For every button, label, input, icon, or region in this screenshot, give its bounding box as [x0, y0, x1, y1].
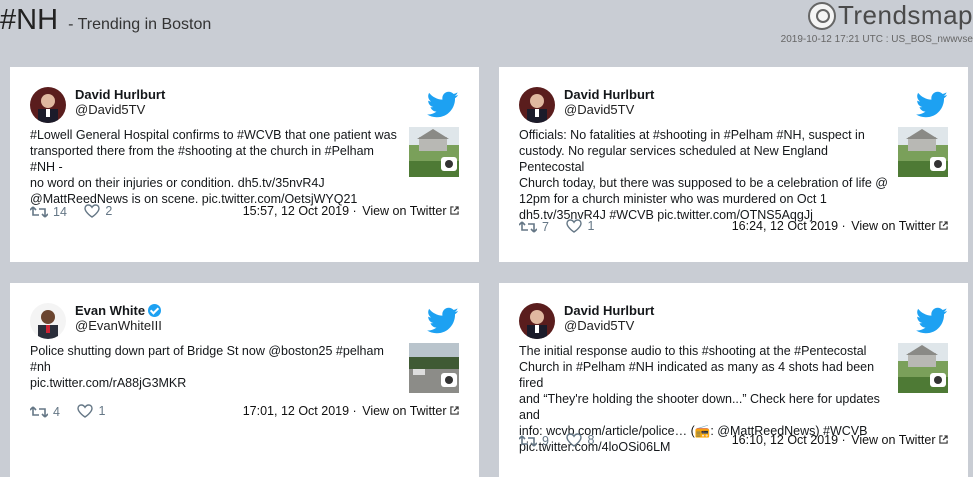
heart-icon [77, 404, 94, 418]
tweet-line: #Lowell General Hospital confirms to #WC… [30, 128, 397, 142]
tweet-time[interactable]: 15:57, 12 Oct 2019 [243, 204, 349, 218]
verified-badge-icon [148, 304, 162, 317]
separator: · [841, 219, 846, 233]
view-on-twitter-link[interactable]: View on Twitter [851, 433, 935, 447]
tweet-line: and “They're holding the shooter down...… [519, 392, 880, 422]
twitter-bird-icon[interactable] [916, 91, 948, 119]
tweet-text: #Lowell General Hospital confirms to #WC… [30, 127, 400, 207]
tweet-footer: 7 1 16:24, 12 Oct 2019 · View on Twitter [519, 219, 948, 235]
tweet-time[interactable]: 16:10, 12 Oct 2019 [732, 433, 838, 447]
external-link-icon [939, 221, 948, 230]
separator: · [352, 204, 357, 218]
like-count[interactable]: 1 [566, 219, 594, 233]
retweet-count[interactable]: 14 [30, 205, 67, 219]
tweet-line: Church today, but there was supposed to … [519, 176, 888, 190]
twitter-bird-icon[interactable] [916, 307, 948, 335]
user-handle[interactable]: @David5TV [564, 318, 634, 333]
retweet-icon [519, 435, 537, 447]
avatar[interactable] [30, 87, 66, 123]
tweet-meta: 17:01, 12 Oct 2019 · View on Twitter [243, 404, 459, 418]
tweet-footer: 4 1 17:01, 12 Oct 2019 · View on Twitter [30, 404, 459, 420]
external-link-icon [450, 206, 459, 215]
separator: · [352, 404, 357, 418]
tweet-line: The initial response audio to this #shoo… [519, 344, 867, 358]
avatar[interactable] [30, 303, 66, 339]
tweet-footer: 14 2 15:57, 12 Oct 2019 · View on Twitte… [30, 204, 459, 220]
trendsmap-logo-icon [807, 1, 836, 30]
hashtag[interactable]: #NH [0, 4, 58, 36]
twitter-bird-icon[interactable] [427, 91, 459, 119]
separator: · [841, 433, 846, 447]
avatar[interactable] [519, 87, 555, 123]
hashtag-title: #NH - Trending in Boston [0, 4, 211, 37]
heart-icon [566, 433, 583, 447]
user-name[interactable]: David Hurlburt [564, 87, 654, 102]
tweet-card: Evan White @EvanWhiteIII Police shutting… [10, 283, 479, 477]
brand-name: Trendsmap [837, 0, 973, 30]
tweet-line: transported there from the #shooting at … [30, 144, 374, 174]
tweet-text: Officials: No fatalities at #shooting in… [519, 127, 889, 223]
trending-subtitle: - Trending in Boston [68, 16, 212, 33]
tweet-line: custody. No regular services scheduled a… [519, 144, 828, 174]
tweet-photo-thumbnail[interactable] [898, 343, 948, 393]
view-on-twitter-link[interactable]: View on Twitter [362, 404, 446, 418]
like-count[interactable]: 2 [84, 204, 112, 218]
tweet-line: pic.twitter.com/rA88jG3MKR [30, 376, 187, 390]
trendsmap-logo[interactable]: Trendsmap [807, 0, 973, 31]
retweet-icon [519, 221, 537, 233]
tweet-footer: 9 8 16:10, 12 Oct 2019 · View on Twitter [519, 433, 948, 449]
avatar[interactable] [519, 303, 555, 339]
user-name[interactable]: David Hurlburt [75, 87, 165, 102]
tweet-card: David Hurlburt @David5TV #Lowell General… [10, 67, 479, 262]
tweet-photo-thumbnail[interactable] [409, 127, 459, 177]
tweet-line: no word on their injuries or condition. … [30, 176, 325, 190]
user-handle[interactable]: @David5TV [75, 102, 145, 117]
tweet-time[interactable]: 17:01, 12 Oct 2019 [243, 404, 349, 418]
tweet-card: David Hurlburt @David5TV Officials: No f… [499, 67, 968, 262]
tweet-card: David Hurlburt @David5TV The initial res… [499, 283, 968, 477]
tweet-photo-thumbnail[interactable] [409, 343, 459, 393]
tweet-meta: 16:24, 12 Oct 2019 · View on Twitter [732, 219, 948, 233]
twitter-bird-icon[interactable] [427, 307, 459, 335]
retweet-icon [30, 206, 48, 218]
user-name[interactable]: Evan White [75, 303, 162, 318]
like-count[interactable]: 8 [566, 433, 594, 447]
tweet-meta: 16:10, 12 Oct 2019 · View on Twitter [732, 433, 948, 447]
tweet-photo-thumbnail[interactable] [898, 127, 948, 177]
view-on-twitter-link[interactable]: View on Twitter [851, 219, 935, 233]
like-count[interactable]: 1 [77, 404, 105, 418]
tweet-meta: 15:57, 12 Oct 2019 · View on Twitter [243, 204, 459, 218]
heart-icon [84, 204, 101, 218]
tweet-text: Police shutting down part of Bridge St n… [30, 343, 400, 391]
tweet-time[interactable]: 16:24, 12 Oct 2019 [732, 219, 838, 233]
retweet-count[interactable]: 4 [30, 405, 60, 419]
user-handle[interactable]: @EvanWhiteIII [75, 318, 162, 333]
heart-icon [566, 219, 583, 233]
retweet-count[interactable]: 9 [519, 434, 549, 448]
tweet-line: 12pm for a church minister who was murde… [519, 192, 827, 206]
tweet-line: Church in #Pelham #NH indicated as many … [519, 360, 875, 390]
external-link-icon [450, 406, 459, 415]
retweet-count[interactable]: 7 [519, 220, 549, 234]
retweet-icon [30, 406, 48, 418]
user-name[interactable]: David Hurlburt [564, 303, 654, 318]
user-handle[interactable]: @David5TV [564, 102, 634, 117]
external-link-icon [939, 435, 948, 444]
tweet-line: Police shutting down part of Bridge St n… [30, 344, 384, 374]
view-on-twitter-link[interactable]: View on Twitter [362, 204, 446, 218]
tweet-line: Officials: No fatalities at #shooting in… [519, 128, 865, 142]
timestamp-location: 2019-10-12 17:21 UTC : US_BOS_nwwvse [780, 34, 973, 45]
